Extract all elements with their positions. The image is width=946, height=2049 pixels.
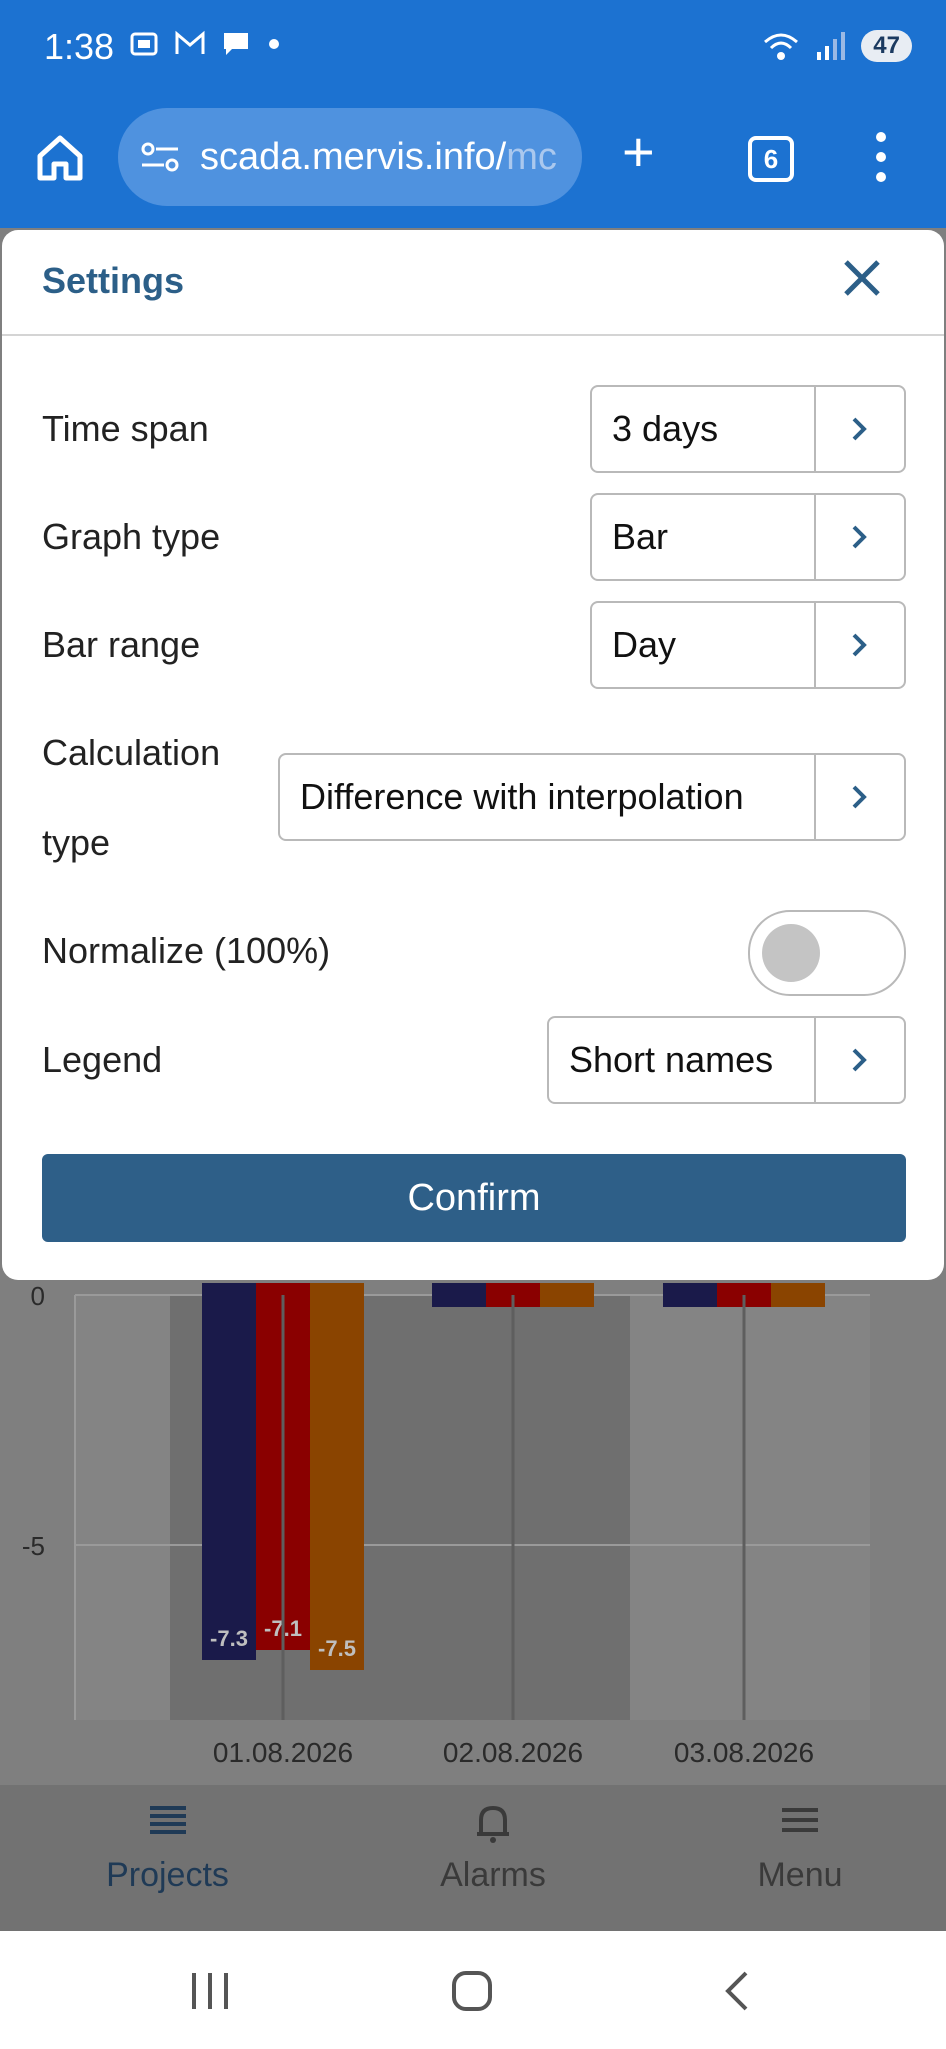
bar [663, 1283, 717, 1307]
time-span-label: Time span [42, 408, 209, 449]
chevron-right-icon [852, 1048, 867, 1072]
nav-projects-label: Projects [106, 1856, 229, 1894]
calculation-type-select[interactable]: Difference with interpolation [278, 753, 906, 841]
dialog-title: Settings [42, 260, 185, 301]
recent-apps-icon[interactable] [188, 1971, 232, 2011]
calculation-type-value: Difference with interpolation [300, 776, 744, 817]
url-bar[interactable]: scada.mervis.info/mc [118, 108, 582, 206]
new-tab-icon[interactable]: + [622, 124, 655, 180]
screenshot-icon [130, 32, 158, 56]
home-icon[interactable] [34, 132, 86, 184]
bar-range-select[interactable]: Day [590, 601, 906, 689]
bar [771, 1283, 825, 1307]
bar [202, 1283, 256, 1660]
chevron-right-icon [852, 785, 867, 809]
settings-dialog: Settings Time span 3 days Graph type Bar… [2, 230, 944, 1280]
normalize-toggle[interactable] [748, 910, 906, 996]
x-tick-label: 02.08.2026 [443, 1737, 583, 1768]
legend-value: Short names [569, 1039, 774, 1080]
chevron-right-icon [852, 525, 867, 549]
bar [310, 1283, 364, 1670]
y-tick-label: -5 [22, 1531, 45, 1561]
x-tick-label: 03.08.2026 [674, 1737, 814, 1768]
nav-menu-label: Menu [757, 1856, 843, 1894]
chevron-right-icon [852, 633, 867, 657]
close-icon[interactable] [832, 248, 892, 308]
bell-icon [418, 1800, 568, 1856]
toggle-knob [762, 924, 820, 982]
x-tick-label: 01.08.2026 [213, 1737, 353, 1768]
list-icon [80, 1800, 255, 1856]
nav-projects[interactable]: Projects [80, 1800, 255, 1895]
calculation-type-label-line2: type [42, 822, 111, 863]
signal-icon [817, 32, 846, 60]
wifi-icon [764, 33, 799, 60]
bar-data-label: -7.3 [210, 1626, 248, 1651]
more-options-icon[interactable] [876, 132, 886, 192]
nav-menu[interactable]: Menu [730, 1800, 870, 1895]
back-icon[interactable] [720, 1969, 752, 2013]
site-settings-icon[interactable] [138, 139, 182, 175]
url-text: scada.mervis.info/ [200, 135, 507, 178]
chart: 0-5-7.3 -7.1-7.501.08.2026 02.08.2026 03.08… [22, 1281, 870, 1768]
chevron-right-icon [852, 417, 867, 441]
status-right-icons: 47 [761, 30, 912, 62]
status-time: 1:38 [44, 26, 115, 67]
url-text-overflow: mc [506, 135, 557, 178]
tab-switcher-button[interactable]: 6 [748, 136, 794, 182]
time-span-select[interactable]: 3 days [590, 385, 906, 473]
legend-select[interactable]: Short names [547, 1016, 906, 1104]
battery-indicator: 47 [861, 30, 912, 62]
home-system-icon[interactable] [450, 1969, 494, 2013]
bar-data-label: -7.5 [318, 1636, 356, 1661]
bar [432, 1283, 486, 1307]
nav-alarms-label: Alarms [440, 1856, 546, 1894]
bar [540, 1283, 594, 1307]
calculation-type-label-line1: Calculation [42, 732, 221, 773]
time-span-value: 3 days [612, 408, 719, 449]
normalize-label: Normalize (100%) [42, 930, 331, 971]
browser-top-bar: 1:38 47 scada.mervis.info/mc + 6 [0, 0, 946, 228]
bar-range-value: Day [612, 624, 677, 665]
dot-icon [269, 39, 279, 49]
hamburger-icon [730, 1800, 870, 1856]
bar-range-label: Bar range [42, 624, 201, 665]
dialog-header: Settings [2, 230, 944, 336]
nav-alarms[interactable]: Alarms [418, 1800, 568, 1895]
legend-label: Legend [42, 1039, 163, 1080]
system-navigation-bar [0, 1931, 946, 2049]
y-tick-label: 0 [31, 1281, 45, 1311]
status-notification-icons [128, 28, 282, 60]
confirm-button[interactable]: Confirm [42, 1154, 906, 1242]
graph-type-select[interactable]: Bar [590, 493, 906, 581]
gmail-icon [175, 30, 205, 54]
graph-type-label: Graph type [42, 516, 221, 557]
chat-icon [224, 33, 248, 55]
graph-type-value: Bar [612, 516, 669, 557]
